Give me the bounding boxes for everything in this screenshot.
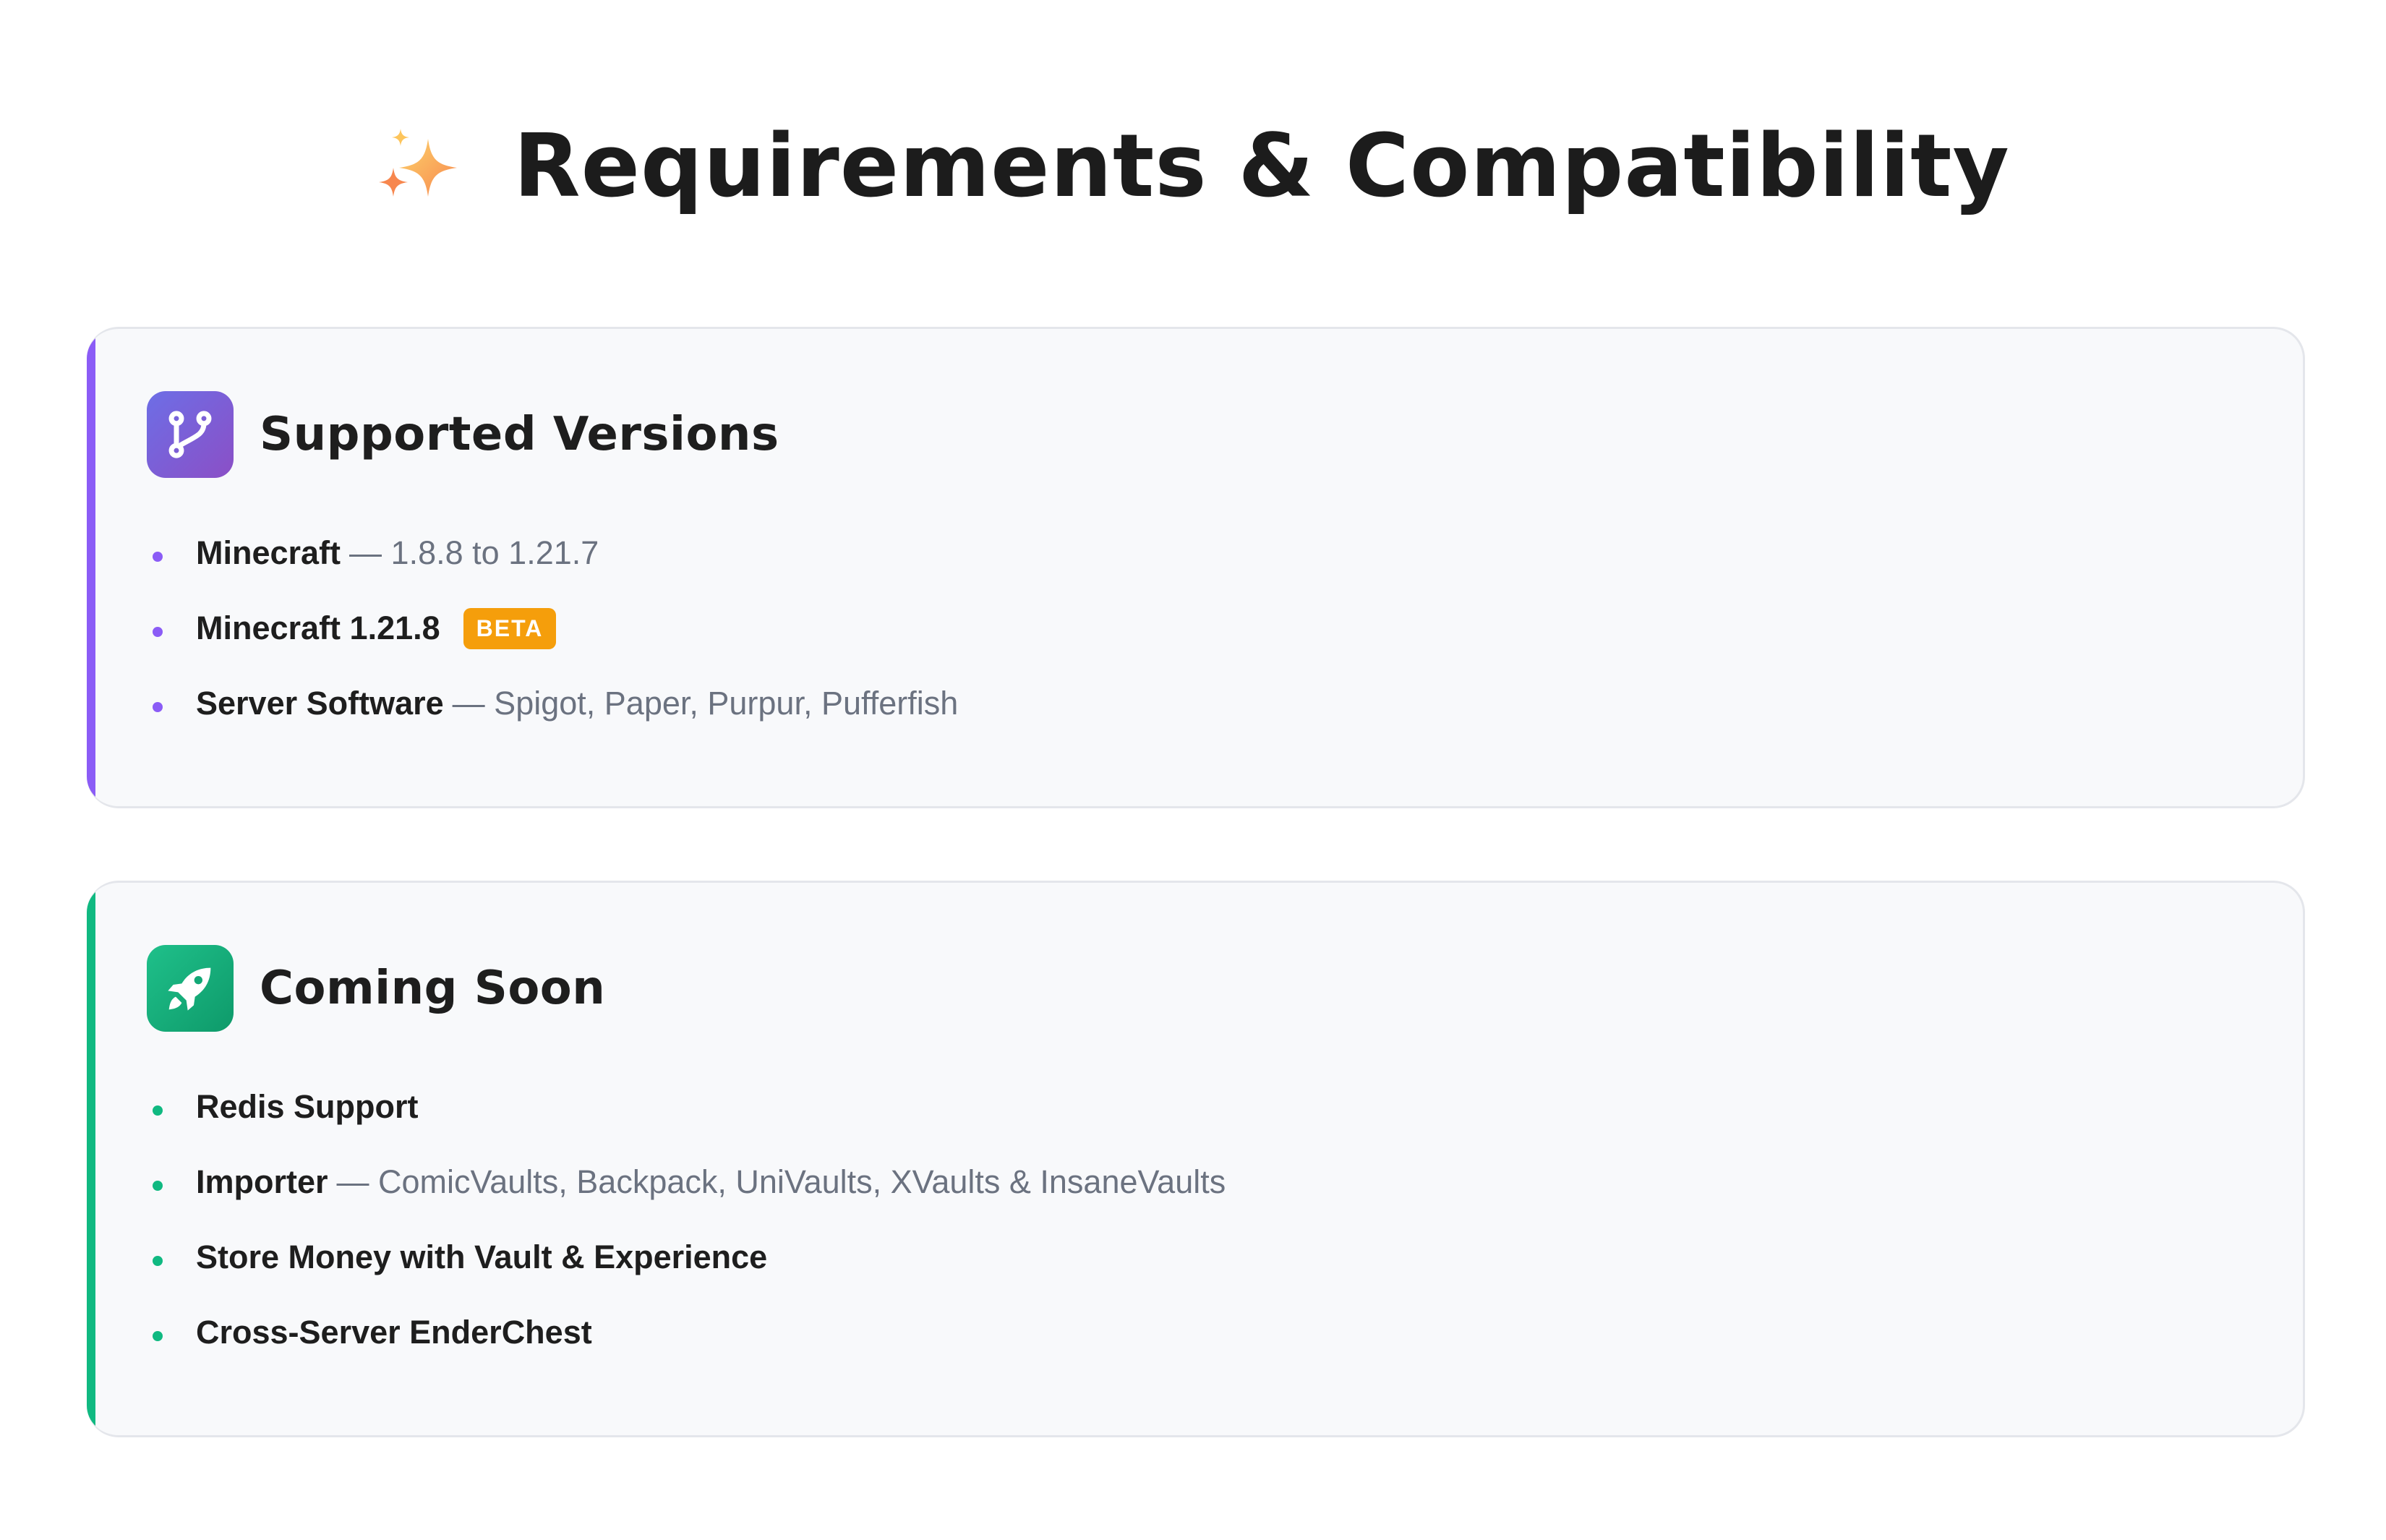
list-item: Minecraft 1.21.8 BETA: [147, 591, 958, 666]
bullet: [153, 702, 163, 712]
page-header: Requirements & Compatibility: [0, 108, 2386, 224]
coming-soon-list: Redis Support Importer — ComicVaults, Ba…: [147, 1069, 1226, 1370]
item-label: Minecraft 1.21.8: [196, 609, 440, 646]
card-title: Supported Versions: [260, 408, 779, 461]
card-header: Supported Versions: [147, 390, 779, 479]
item-detail: — Spigot, Paper, Purpur, Pufferfish: [452, 685, 959, 722]
list-item: Minecraft — 1.8.8 to 1.21.7: [147, 516, 958, 591]
item-label: Redis Support: [196, 1088, 419, 1125]
item-label: Store Money with Vault & Experience: [196, 1239, 768, 1275]
card-accent-bar: [87, 883, 95, 1435]
item-label: Server Software: [196, 685, 444, 722]
bullet: [153, 627, 163, 637]
sparkles-icon: [376, 123, 463, 210]
bullet: [153, 1105, 163, 1116]
card-header: Coming Soon: [147, 944, 605, 1032]
item-detail: — ComicVaults, Backpack, UniVaults, XVau…: [336, 1163, 1226, 1200]
list-item: Redis Support: [147, 1069, 1226, 1145]
card-accent-bar: [87, 329, 95, 806]
bullet: [153, 552, 163, 562]
versions-list: Minecraft — 1.8.8 to 1.21.7 Minecraft 1.…: [147, 516, 958, 741]
rocket-icon: [147, 945, 234, 1032]
item-label: Cross-Server EnderChest: [196, 1314, 592, 1351]
card-title: Coming Soon: [260, 962, 606, 1015]
list-item: Server Software — Spigot, Paper, Purpur,…: [147, 666, 958, 741]
page-title: Requirements & Compatibility: [513, 116, 2010, 217]
supported-versions-card: Supported Versions Minecraft — 1.8.8 to …: [87, 327, 2305, 808]
git-branch-icon: [147, 391, 234, 478]
beta-badge: BETA: [463, 607, 557, 649]
list-item: Cross-Server EnderChest: [147, 1295, 1226, 1370]
coming-soon-card: Coming Soon Redis Support Importer — Com…: [87, 881, 2305, 1437]
item-label: Importer: [196, 1163, 328, 1200]
bullet: [153, 1181, 163, 1191]
item-detail: — 1.8.8 to 1.21.7: [349, 534, 599, 571]
bullet: [153, 1256, 163, 1266]
list-item: Store Money with Vault & Experience: [147, 1220, 1226, 1295]
item-label: Minecraft: [196, 534, 341, 571]
bullet: [153, 1331, 163, 1341]
list-item: Importer — ComicVaults, Backpack, UniVau…: [147, 1145, 1226, 1220]
